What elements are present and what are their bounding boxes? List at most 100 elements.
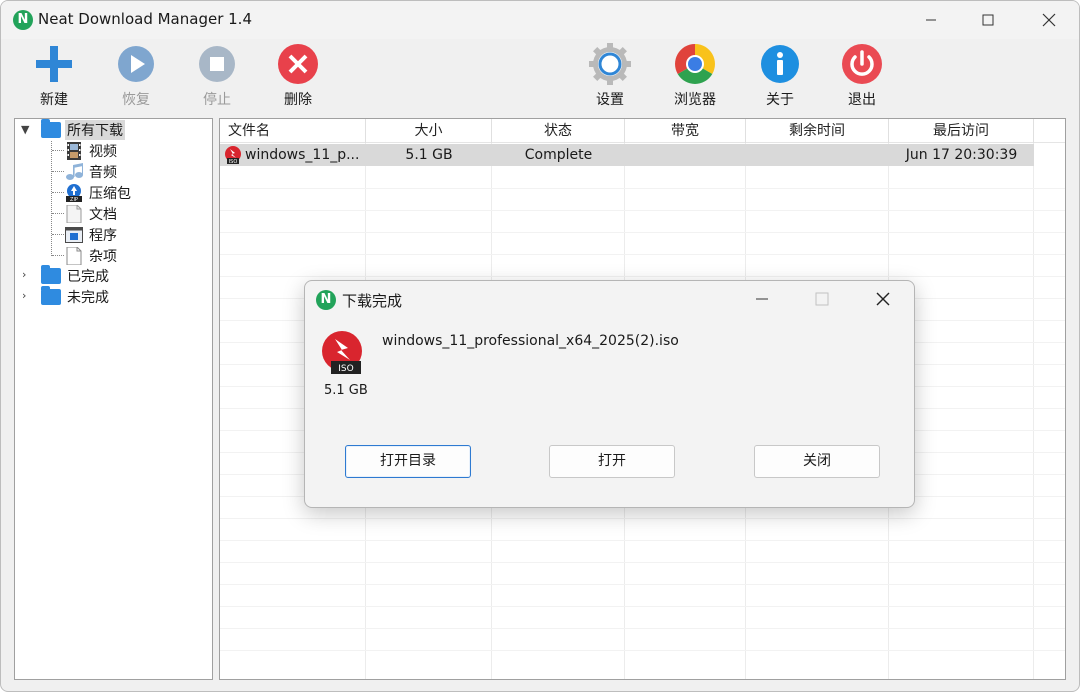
grid-line <box>220 232 1065 233</box>
list-header: 文件名 大小 状态 带宽 剩余时间 最后访问 <box>220 119 1065 143</box>
tree-item-archive[interactable]: ZIP 压缩包 <box>65 183 133 203</box>
about-label: 关于 <box>766 92 794 108</box>
plus-icon <box>32 42 76 86</box>
chevron-right-icon[interactable]: › <box>22 289 26 302</box>
tree-item-audio[interactable]: 音频 <box>65 162 119 182</box>
tree-item-programs[interactable]: 程序 <box>65 225 119 245</box>
gear-icon <box>588 42 632 86</box>
zip-icon: ZIP <box>65 184 83 202</box>
table-row[interactable]: ISO windows_11_p... 5.1 GB Complete Jun … <box>220 144 1034 166</box>
grid-line <box>220 276 1065 277</box>
open-folder-button[interactable]: 打开目录 <box>345 445 471 478</box>
grid-line <box>220 254 1065 255</box>
minimize-button[interactable] <box>906 1 956 39</box>
iso-file-icon: ISO <box>225 146 241 164</box>
minimize-icon <box>756 298 768 300</box>
new-label: 新建 <box>40 92 68 108</box>
dialog-close-button[interactable] <box>860 281 906 317</box>
grid-line <box>220 584 1065 585</box>
category-tree: ▼ 所有下载 视频 音频 ZIP 压缩包 文档 程序 杂项 › 已完成 › 未完… <box>14 118 213 680</box>
tree-connector <box>52 234 64 235</box>
maximize-icon <box>815 292 829 306</box>
dialog-minimize-button[interactable] <box>739 281 785 317</box>
title-bar: N Neat Download Manager 1.4 <box>1 1 1079 39</box>
close-icon <box>876 292 890 306</box>
tree-connector <box>51 141 52 256</box>
resume-label: 恢复 <box>122 92 150 108</box>
tree-connector <box>52 213 64 214</box>
settings-button[interactable]: 设置 <box>575 42 645 112</box>
column-header-status[interactable]: 状态 <box>492 119 625 143</box>
document-icon <box>65 205 83 223</box>
grid-line <box>220 518 1065 519</box>
tree-item-incomplete[interactable]: 未完成 <box>41 286 111 307</box>
grid-line <box>220 562 1065 563</box>
close-dialog-button[interactable]: 关闭 <box>754 445 880 478</box>
browser-button[interactable]: 浏览器 <box>660 42 730 112</box>
new-button[interactable]: 新建 <box>19 42 89 112</box>
open-file-button[interactable]: 打开 <box>549 445 675 478</box>
x-circle-icon <box>276 42 320 86</box>
tree-item-documents[interactable]: 文档 <box>65 204 119 224</box>
about-button[interactable]: 关于 <box>745 42 815 112</box>
tree-item-misc[interactable]: 杂项 <box>65 246 119 266</box>
cell-remaining <box>746 144 889 166</box>
exit-button[interactable]: 退出 <box>827 42 897 112</box>
tree-item-label: 音频 <box>89 165 117 181</box>
grid-line <box>220 188 1065 189</box>
blank-file-icon <box>65 247 83 265</box>
tree-connector <box>52 255 64 256</box>
cell-status: Complete <box>524 147 593 163</box>
grid-line <box>220 210 1065 211</box>
settings-label: 设置 <box>596 92 624 108</box>
iso-file-icon: ISO <box>321 331 365 375</box>
chevron-right-icon[interactable]: › <box>22 268 26 281</box>
close-window-button[interactable] <box>1024 1 1074 39</box>
column-header-size[interactable]: 大小 <box>366 119 492 143</box>
film-icon <box>65 142 83 160</box>
tree-connector <box>52 171 64 172</box>
tree-item-label: 程序 <box>89 228 117 244</box>
tree-item-completed[interactable]: 已完成 <box>41 265 111 286</box>
column-header-bandwidth[interactable]: 带宽 <box>625 119 746 143</box>
browser-label: 浏览器 <box>674 92 716 108</box>
close-icon <box>1042 13 1056 27</box>
column-header-last-access[interactable]: 最后访问 <box>889 119 1034 143</box>
download-complete-dialog: N 下载完成 ISO windows_11_professional_x64_2… <box>304 280 915 508</box>
dialog-file-size: 5.1 GB <box>324 383 368 398</box>
resume-button[interactable]: 恢复 <box>101 42 171 112</box>
column-header-remaining[interactable]: 剩余时间 <box>746 119 889 143</box>
app-logo-icon: N <box>316 290 336 310</box>
power-icon <box>840 42 884 86</box>
stop-button[interactable]: 停止 <box>182 42 252 112</box>
delete-label: 删除 <box>284 92 312 108</box>
tree-connector <box>52 150 64 151</box>
chrome-icon <box>673 42 717 86</box>
program-window-icon <box>65 226 83 244</box>
folder-icon <box>41 119 61 138</box>
tree-item-label: 杂项 <box>89 249 117 265</box>
cell-size: 5.1 GB <box>405 147 453 163</box>
folder-icon <box>41 265 61 284</box>
maximize-button[interactable] <box>963 1 1013 39</box>
cell-bandwidth <box>625 144 746 166</box>
svg-text:ZIP: ZIP <box>70 197 78 202</box>
maximize-icon <box>982 14 994 26</box>
exit-label: 退出 <box>848 92 876 108</box>
tree-item-label: 所有下载 <box>65 120 125 140</box>
svg-text:ISO: ISO <box>229 159 238 164</box>
app-title: Neat Download Manager 1.4 <box>38 10 252 28</box>
chevron-down-icon[interactable]: ▼ <box>21 123 29 136</box>
dialog-maximize-button[interactable] <box>799 281 845 317</box>
folder-icon <box>41 286 61 305</box>
minimize-icon <box>926 19 936 21</box>
tree-item-video[interactable]: 视频 <box>65 141 119 161</box>
app-window: N Neat Download Manager 1.4 新建 恢复 停止 删除 … <box>0 0 1080 692</box>
toolbar: 新建 恢复 停止 删除 设置 浏览器 关于 退出 <box>1 39 1079 115</box>
tree-connector <box>52 192 64 193</box>
play-icon <box>114 42 158 86</box>
column-header-filename[interactable]: 文件名 <box>220 119 366 143</box>
delete-button[interactable]: 删除 <box>263 42 333 112</box>
grid-line <box>220 650 1065 651</box>
tree-item-all-downloads[interactable]: 所有下载 <box>41 119 125 140</box>
